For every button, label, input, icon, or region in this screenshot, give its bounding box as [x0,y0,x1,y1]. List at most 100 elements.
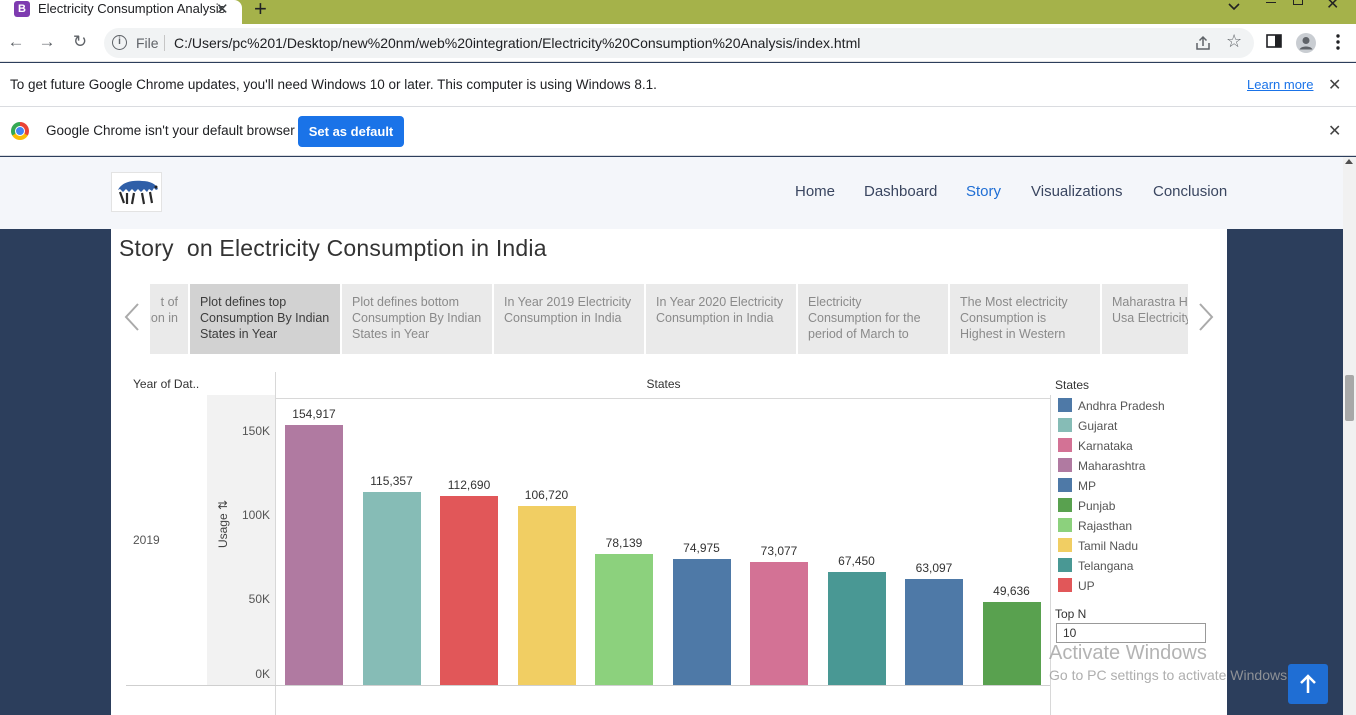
top-n-label: Top N [1055,607,1087,621]
bookmark-star-icon[interactable]: ☆ [1226,31,1242,52]
story-point[interactable]: In Year 2020 Electricity Consumption in … [646,284,796,354]
legend-item[interactable]: Rajasthan [1058,518,1132,533]
story-point[interactable]: Plot defines bottom Consumption By India… [342,284,492,354]
story-points-strip: t of tion in Plot defines top Consumptio… [150,284,1188,354]
file-scheme-label: File [136,35,159,51]
y-tick-label: 150K [241,424,270,438]
legend-swatch [1058,538,1072,552]
tab-title: Electricity Consumption Analysis [38,1,226,16]
story-point[interactable]: The Most electricity Consumption is High… [950,284,1100,354]
make-in-india-lion-logo[interactable] [111,172,162,212]
bar[interactable] [285,425,343,685]
infobar-close-icon[interactable]: ✕ [1328,75,1341,95]
y-tick-label: 100K [241,508,270,522]
legend-label: Gujarat [1078,419,1118,433]
row-header[interactable]: Year of Dat.. [133,377,199,391]
bar[interactable] [595,553,653,685]
set-as-default-button[interactable]: Set as default [298,116,404,147]
bar[interactable] [982,601,1041,685]
story-point[interactable]: Electricity Consumption for the period o… [798,284,948,354]
y-axis-title[interactable]: Usage ⇅ [216,484,230,564]
reload-icon[interactable]: ↻ [70,32,90,52]
column-header[interactable]: States [276,377,1051,399]
legend-label: Maharashtra [1078,459,1146,473]
scroll-up-arrow-icon[interactable] [1345,159,1353,164]
default-browser-infobar: Google Chrome isn't your default browser… [0,107,1356,156]
row-year-label: 2019 [133,533,160,547]
story-title: Story on Electricity Consumption in Indi… [119,235,547,261]
story-point[interactable]: t of tion in [150,284,188,354]
chart-baseline [126,685,1050,686]
top-n-input[interactable] [1056,623,1206,643]
window-minimize-icon[interactable] [1266,2,1276,3]
legend-swatch [1058,518,1072,532]
back-to-top-button[interactable] [1288,664,1328,704]
scrollbar-thumb[interactable] [1345,375,1354,421]
legend-label: Karnataka [1078,439,1133,453]
legend-swatch [1058,498,1072,512]
legend-item[interactable]: Tamil Nadu [1058,538,1138,553]
new-tab-icon[interactable]: + [254,0,267,22]
bar[interactable] [362,491,421,685]
url-text[interactable]: C:/Users/pc%201/Desktop/new%20nm/web%20i… [174,35,860,51]
nav-story-link[interactable]: Story [966,183,1001,200]
bar[interactable] [827,571,886,685]
bar-data-label: 49,636 [993,583,1030,598]
page-scrollbar[interactable] [1343,157,1356,715]
legend-item[interactable]: MP [1058,478,1096,493]
bar-data-label: 154,917 [292,407,336,422]
bootstrap-favicon-icon: B [14,1,30,17]
site-navbar: Home Dashboard Story Visualizations Conc… [0,157,1343,229]
legend-item[interactable]: UP [1058,578,1095,593]
legend-item[interactable]: Gujarat [1058,418,1117,433]
nav-home-link[interactable]: Home [795,183,835,200]
infobar-close-icon[interactable]: ✕ [1328,121,1341,141]
browser-tab[interactable]: B Electricity Consumption Analysis ✕ [0,0,242,24]
story-point-active[interactable]: Plot defines top Consumption By Indian S… [190,284,340,354]
bar[interactable] [440,496,498,685]
share-icon[interactable] [1194,34,1212,52]
window-close-icon[interactable]: ✕ [1326,0,1339,14]
windows-update-infobar: To get future Google Chrome updates, you… [0,63,1356,107]
nav-conclusion-link[interactable]: Conclusion [1153,183,1227,200]
legend-swatch [1058,478,1072,492]
window-maximize-icon[interactable] [1293,0,1303,5]
bar[interactable] [750,562,808,685]
nav-visualizations-link[interactable]: Visualizations [1031,183,1122,200]
tab-strip: B Electricity Consumption Analysis ✕ + ✕ [0,0,1356,24]
story-prev-arrow-icon[interactable] [121,301,143,333]
tab-search-chevron-icon[interactable] [1226,0,1242,16]
back-arrow-icon[interactable]: ← [6,32,26,52]
legend-label: MP [1078,479,1096,493]
legend-item[interactable]: Karnataka [1058,438,1133,453]
bar[interactable] [905,579,963,685]
legend-item[interactable]: Maharashtra [1058,458,1145,473]
bar[interactable] [517,506,576,685]
legend-label: UP [1078,579,1095,593]
story-point[interactable]: Maharastra Highest Usa Electricity a [1102,284,1188,354]
story-next-arrow-icon[interactable] [1195,301,1217,333]
story-point[interactable]: In Year 2019 Electricity Consumption in … [494,284,644,354]
default-browser-message: Google Chrome isn't your default browser [46,123,295,138]
tab-close-icon[interactable]: ✕ [216,0,229,18]
legend-item[interactable]: Punjab [1058,498,1115,513]
legend-item[interactable]: Telangana [1058,558,1133,573]
profile-avatar-icon[interactable] [1295,32,1317,54]
bar[interactable] [672,559,731,685]
legend-item[interactable]: Andhra Pradesh [1058,398,1165,413]
bar-data-label: 106,720 [524,488,569,503]
site-info-icon[interactable]: i [112,35,127,50]
arrow-up-icon [1300,674,1316,693]
learn-more-link[interactable]: Learn more [1247,77,1313,92]
side-panel-icon[interactable] [1265,32,1283,50]
legend-swatch [1058,578,1072,592]
address-bar[interactable]: i File C:/Users/pc%201/Desktop/new%20nm/… [104,28,1254,58]
activate-windows-watermark-sub: Go to PC settings to activate Windows. [1049,667,1291,683]
forward-arrow-icon[interactable]: → [37,32,57,52]
more-menu-icon[interactable] [1330,32,1346,52]
nav-dashboard-link[interactable]: Dashboard [864,183,937,200]
bar-data-label: 63,097 [915,561,953,576]
legend-swatch [1058,398,1072,412]
browser-toolbar: ← → ↻ i File C:/Users/pc%201/Desktop/new… [0,24,1356,62]
y-tick-label: 0K [255,667,270,681]
